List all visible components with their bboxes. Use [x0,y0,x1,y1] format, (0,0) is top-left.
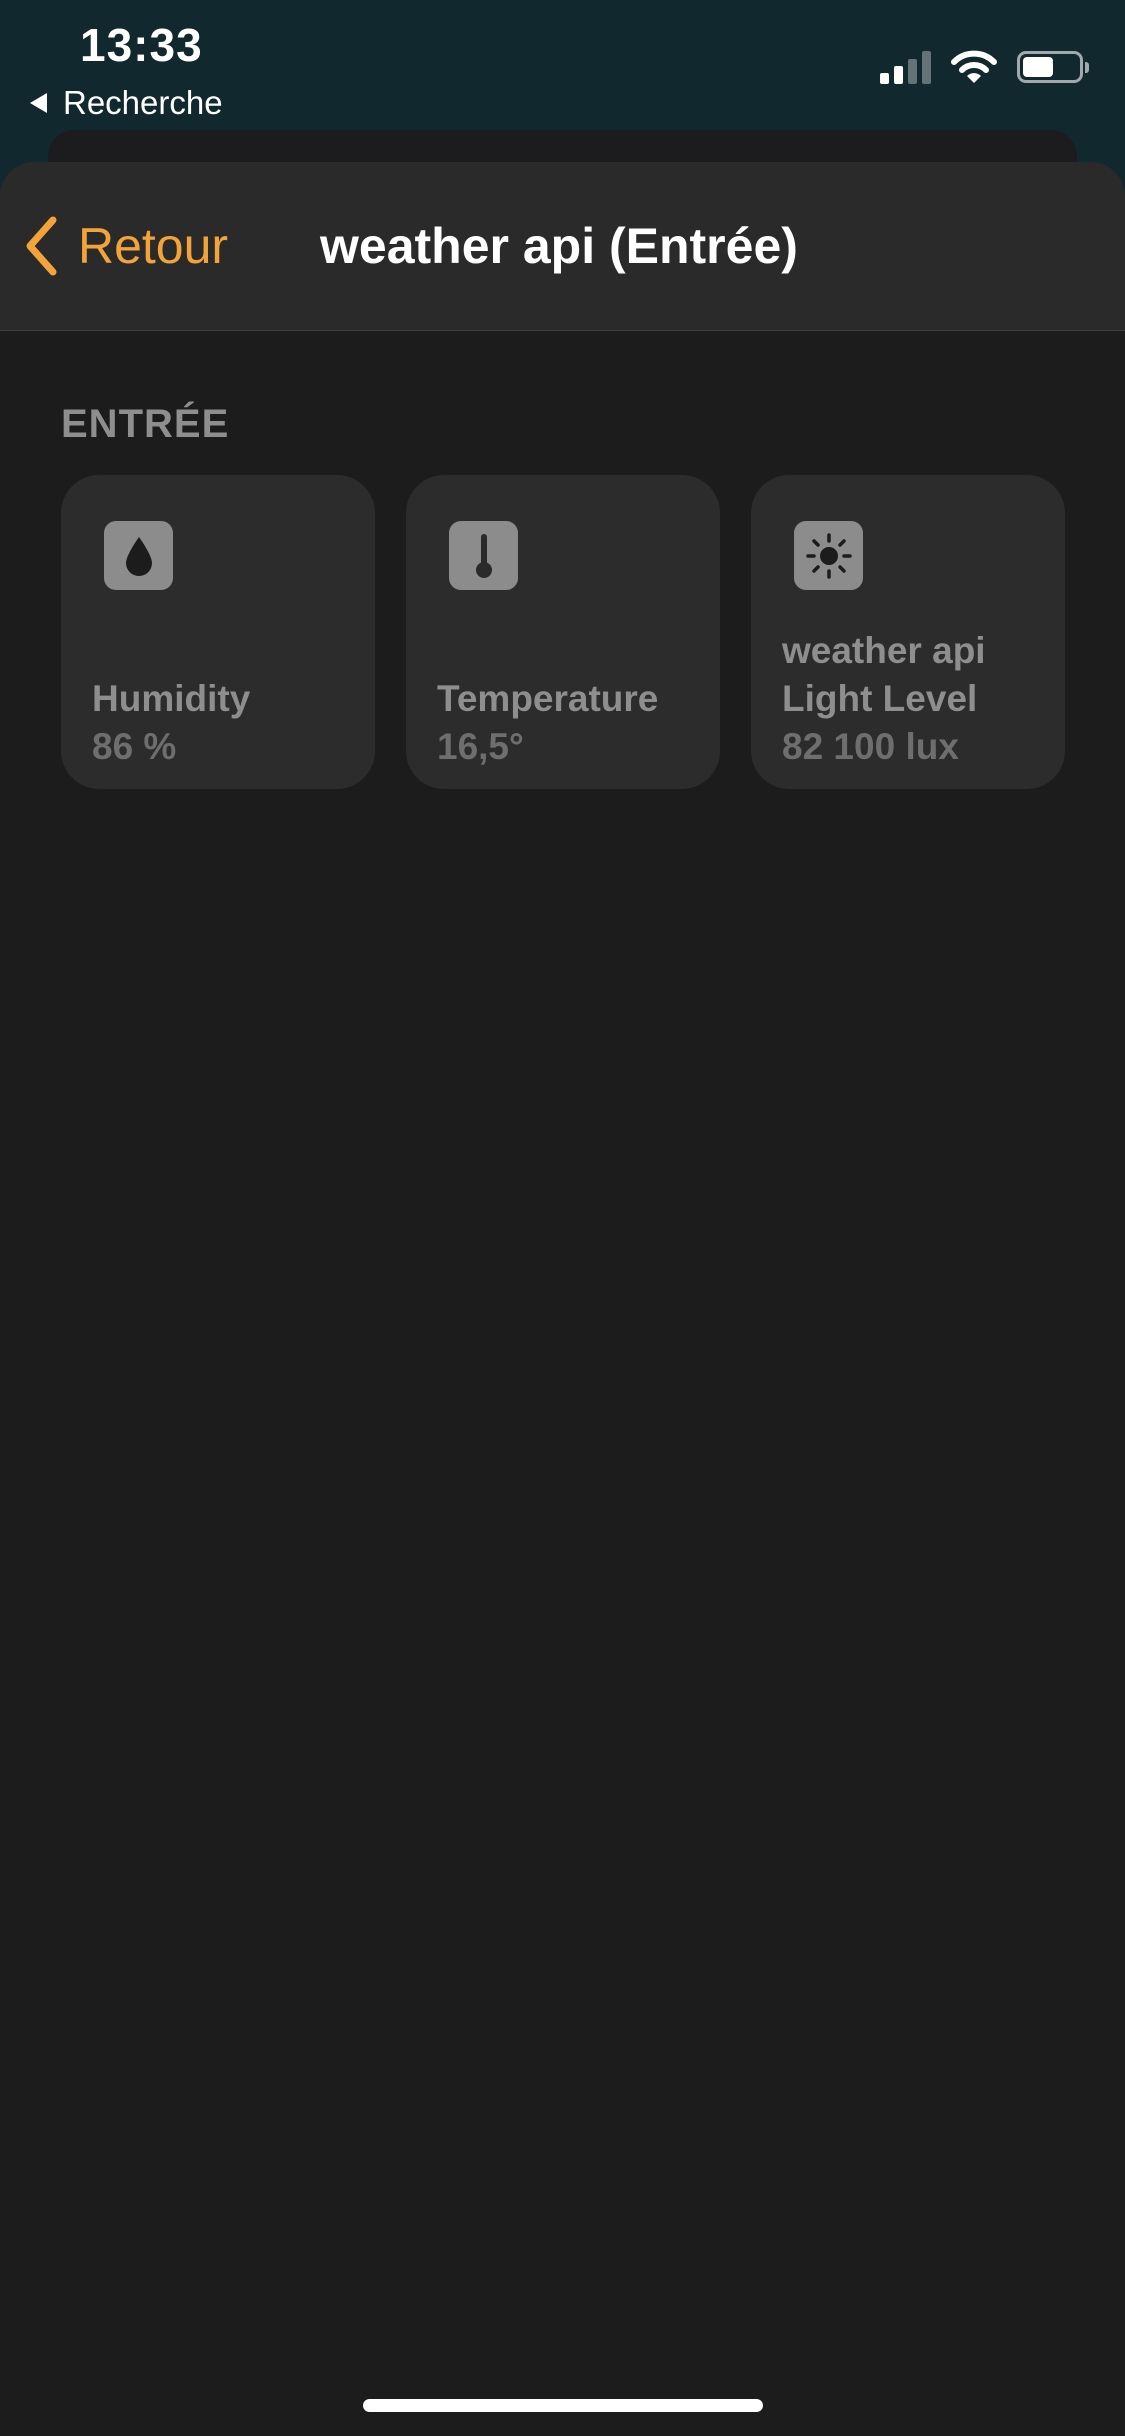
humidity-tile[interactable]: Humidity 86 % [61,475,375,789]
cellular-signal-icon [880,50,931,84]
back-app-label: Recherche [63,84,223,121]
temperature-tile[interactable]: Temperature 16,5° [406,475,720,789]
tile-text: weather api Light Level 82 100 lux [782,627,1045,771]
status-indicators [880,50,1089,84]
tile-text: Temperature 16,5° [437,675,700,771]
water-drop-icon [104,521,173,590]
tile-text: Humidity 86 % [92,675,355,771]
modal-sheet: Retour weather api (Entrée) ENTRÉE Humid… [0,162,1125,2436]
navigation-bar: Retour weather api (Entrée) [0,162,1125,331]
sun-icon [794,521,863,590]
section-header: ENTRÉE [61,402,230,446]
tile-name: Humidity [92,678,251,719]
tile-value: 86 % [92,726,177,767]
accessory-tiles: Humidity 86 % Temperature 16,5° weather … [61,475,1065,789]
back-to-app-button[interactable]: Recherche [30,84,223,122]
light-level-tile[interactable]: weather api Light Level 82 100 lux [751,475,1065,789]
tile-value: 82 100 lux [782,726,959,767]
thermometer-icon [449,521,518,590]
back-button-label: Retour [78,218,229,274]
tile-name-line-2: Light Level [782,678,978,719]
battery-fill [1023,57,1053,77]
tile-name: Temperature [437,678,659,719]
page-title: weather api (Entrée) [320,218,798,274]
tile-name-line-1: weather api [782,630,986,671]
tile-value: 16,5° [437,726,524,767]
status-time: 13:33 [80,19,203,71]
home-indicator[interactable] [363,2399,763,2412]
chevron-left-icon [26,216,57,276]
battery-icon [1017,51,1089,83]
back-button[interactable]: Retour [24,216,228,276]
wifi-icon [951,50,997,83]
back-triangle-icon [30,93,47,113]
